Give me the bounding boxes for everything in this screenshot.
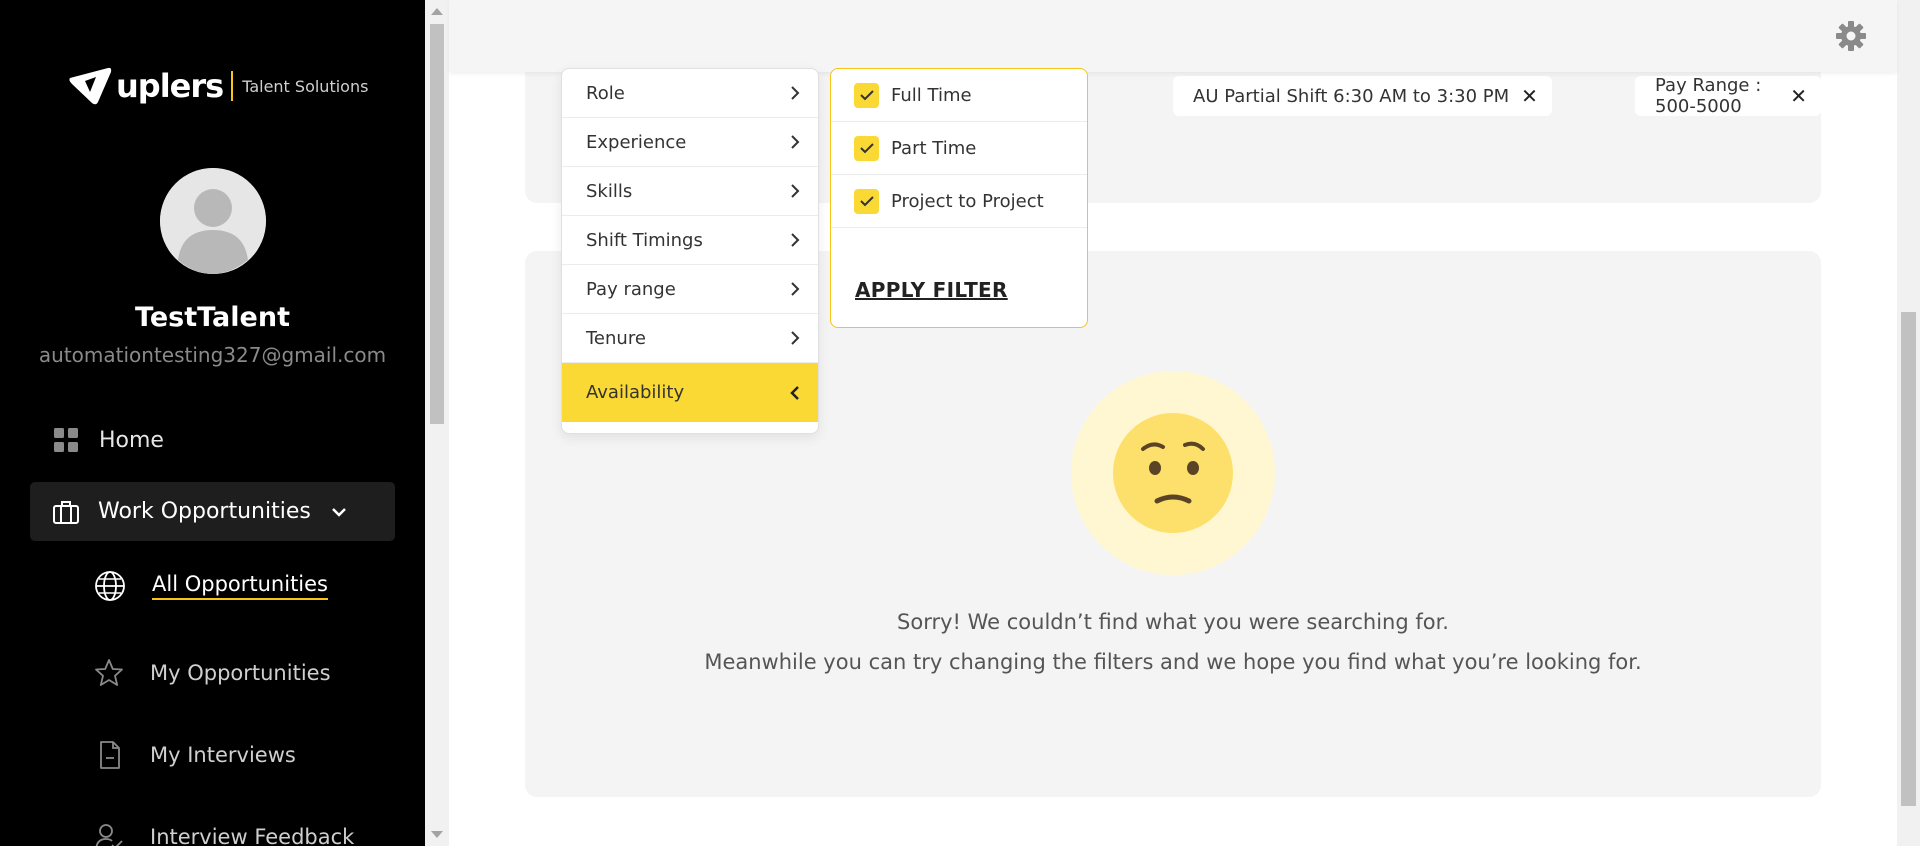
apply-filter-button[interactable]: APPLY FILTER xyxy=(855,278,1008,302)
nav-work-label: Work Opportunities xyxy=(98,499,311,524)
chevron-right-icon xyxy=(791,184,800,198)
scrollbar-thumb[interactable] xyxy=(430,24,444,424)
filter-chip-label: AU Partial Shift 6:30 AM to 3:30 PM xyxy=(1193,85,1510,107)
uplers-logo-icon xyxy=(69,67,112,105)
star-icon xyxy=(95,659,123,686)
sidebar-item-my-interviews[interactable]: My Interviews xyxy=(94,735,296,775)
checkbox-checked[interactable] xyxy=(854,135,879,161)
sidebar-item-label: Interview Feedback xyxy=(150,825,355,846)
menu-item-label: Experience xyxy=(586,131,687,153)
grid-icon xyxy=(54,428,78,452)
filter-chip-label: Pay Range : 500-5000 xyxy=(1655,75,1762,117)
user-email: automationtesting327@gmail.com xyxy=(38,343,387,367)
page-scrollbar-thumb[interactable] xyxy=(1901,312,1916,806)
chevron-right-icon xyxy=(791,86,800,100)
brand-separator xyxy=(231,71,234,101)
sidebar-item-label: All Opportunities xyxy=(152,572,328,600)
availability-options-panel: Full Time Part Time Project to Project A… xyxy=(830,68,1088,328)
menu-item-label: Skills xyxy=(586,180,633,202)
sad-face-icon xyxy=(1113,413,1233,533)
empty-state-description: Meanwhile you can try changing the filte… xyxy=(704,650,1642,674)
filter-chip[interactable]: Pay Range : 500-5000 ✕ xyxy=(1635,75,1821,117)
filter-menu-item-experience[interactable]: Experience xyxy=(562,118,818,167)
gear-icon[interactable] xyxy=(1835,20,1867,52)
sidebar-item-interview-feedback[interactable]: Interview Feedback xyxy=(94,817,354,846)
checkmark-icon xyxy=(859,196,874,207)
chevron-right-icon xyxy=(791,233,800,247)
globe-icon xyxy=(95,571,125,601)
availability-option-full-time[interactable]: Full Time xyxy=(831,69,1087,122)
menu-item-label: Pay range xyxy=(586,278,676,300)
user-name: TestTalent xyxy=(135,302,290,333)
scroll-up-arrow-icon[interactable] xyxy=(431,8,443,15)
option-label: Project to Project xyxy=(891,190,1044,212)
chevron-down-icon xyxy=(331,507,346,517)
top-bar xyxy=(449,0,1897,72)
filter-menu-item-shift-timings[interactable]: Shift Timings xyxy=(562,216,818,265)
option-label: Part Time xyxy=(891,137,977,159)
filter-menu-item-tenure[interactable]: Tenure xyxy=(562,314,818,363)
filter-menu-item-pay-range[interactable]: Pay range xyxy=(562,265,818,314)
chevron-right-icon xyxy=(791,135,800,149)
option-label: Full Time xyxy=(891,84,972,106)
filter-category-menu: Role Experience Skills Shift Timings Pay… xyxy=(561,68,819,434)
sidebar-item-all-opportunities[interactable]: All Opportunities xyxy=(94,566,328,606)
checkbox-checked[interactable] xyxy=(854,188,879,214)
checkmark-icon xyxy=(859,90,874,101)
scroll-down-arrow-icon[interactable] xyxy=(431,831,443,838)
briefcase-icon xyxy=(53,500,79,524)
user-check-icon xyxy=(95,824,123,846)
empty-state-title: Sorry! We couldn’t find what you were se… xyxy=(897,610,1449,634)
brand-subtitle: Talent Solutions xyxy=(242,76,369,96)
nav-home-label: Home xyxy=(99,427,164,453)
chevron-left-icon xyxy=(790,385,799,400)
availability-option-project-to-project[interactable]: Project to Project xyxy=(831,175,1087,228)
menu-item-label: Tenure xyxy=(586,327,646,349)
empty-state-illustration xyxy=(1071,371,1275,575)
availability-option-part-time[interactable]: Part Time xyxy=(831,122,1087,175)
avatar[interactable] xyxy=(160,168,266,274)
sidebar-scrollbar[interactable] xyxy=(425,0,449,846)
filter-menu-item-role[interactable]: Role xyxy=(562,69,818,118)
brand-logo[interactable]: uplers Talent Solutions xyxy=(68,66,368,106)
sidebar-item-my-opportunities[interactable]: My Opportunities xyxy=(94,653,331,693)
chevron-right-icon xyxy=(791,282,800,296)
menu-item-label: Availability xyxy=(586,382,685,403)
page-scrollbar[interactable] xyxy=(1897,0,1920,846)
brand-name: uplers xyxy=(116,67,224,105)
checkbox-checked[interactable] xyxy=(854,82,879,108)
user-placeholder-icon xyxy=(160,168,266,274)
menu-item-label: Role xyxy=(586,82,625,104)
filter-menu-item-skills[interactable]: Skills xyxy=(562,167,818,216)
nav-work-opportunities[interactable]: Work Opportunities xyxy=(30,482,395,541)
document-icon xyxy=(100,741,120,769)
checkmark-icon xyxy=(859,143,874,154)
chevron-right-icon xyxy=(791,331,800,345)
filter-chip[interactable]: AU Partial Shift 6:30 AM to 3:30 PM ✕ xyxy=(1173,76,1552,116)
close-icon[interactable]: ✕ xyxy=(1521,84,1538,108)
close-icon[interactable]: ✕ xyxy=(1790,84,1807,108)
sidebar: uplers Talent Solutions TestTalent autom… xyxy=(0,0,425,846)
sidebar-item-label: My Opportunities xyxy=(150,661,331,685)
filter-menu-item-availability[interactable]: Availability xyxy=(562,363,818,422)
sidebar-item-label: My Interviews xyxy=(150,743,296,767)
nav-home[interactable]: Home xyxy=(30,418,394,462)
menu-item-label: Shift Timings xyxy=(586,229,703,251)
